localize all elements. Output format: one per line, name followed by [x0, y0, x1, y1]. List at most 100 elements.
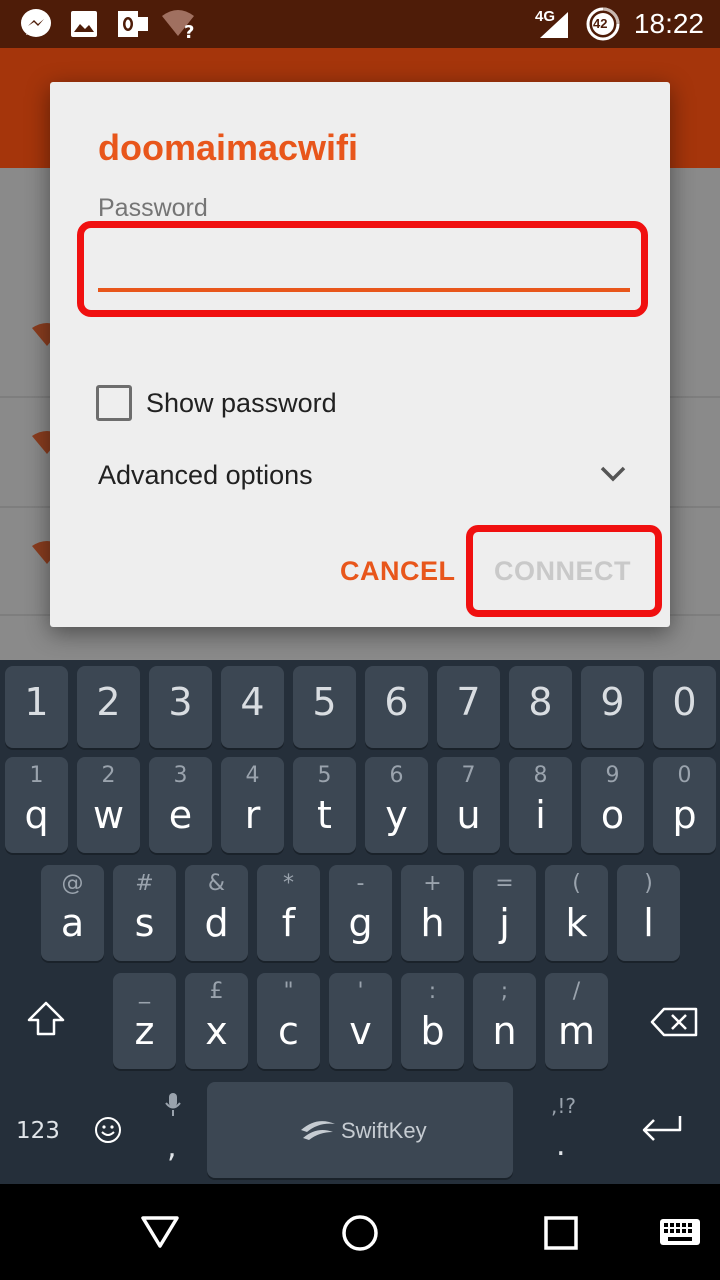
- show-password-checkbox[interactable]: [96, 385, 132, 421]
- key-label: x: [205, 1009, 228, 1053]
- key-label: s: [134, 901, 155, 945]
- outlook-icon: [118, 11, 148, 37]
- key-label: n: [492, 1009, 517, 1053]
- recents-icon[interactable]: [543, 1215, 579, 1251]
- enter-icon[interactable]: [640, 1114, 684, 1144]
- key-label: e: [168, 793, 193, 837]
- key-label: f: [281, 901, 296, 945]
- number-key-2[interactable]: 2: [77, 666, 140, 748]
- key-sub-label: 7: [461, 763, 476, 788]
- key-d[interactable]: & d: [185, 865, 248, 961]
- navigation-bar: [0, 1184, 720, 1280]
- key-sub-label: 1: [29, 763, 44, 788]
- key-sub-label: (: [572, 871, 581, 896]
- key-z[interactable]: _ z: [113, 973, 176, 1069]
- key-label: 9: [600, 680, 625, 724]
- key-label: 7: [456, 680, 481, 724]
- key-label: q: [24, 793, 49, 837]
- key-x[interactable]: £ x: [185, 973, 248, 1069]
- key-label: l: [643, 901, 654, 945]
- key-l[interactable]: ) l: [617, 865, 680, 961]
- number-key-0[interactable]: 0: [653, 666, 716, 748]
- key-sub-label: &: [207, 871, 226, 896]
- key-c[interactable]: " c: [257, 973, 320, 1069]
- key-p[interactable]: 0p: [653, 757, 716, 853]
- comma-key[interactable]: ,: [167, 1130, 177, 1165]
- key-label: o: [600, 793, 625, 837]
- key-sub-label: 2: [101, 763, 116, 788]
- number-key-3[interactable]: 3: [149, 666, 212, 748]
- battery-level: 42: [593, 16, 608, 31]
- key-r[interactable]: 4r: [221, 757, 284, 853]
- key-j[interactable]: = j: [473, 865, 536, 961]
- key-e[interactable]: 3e: [149, 757, 212, 853]
- key-label: 6: [384, 680, 409, 724]
- key-label: m: [557, 1009, 596, 1053]
- key-label: d: [204, 901, 229, 945]
- key-sub-label: =: [495, 871, 514, 896]
- number-key-8[interactable]: 8: [509, 666, 572, 748]
- key-m[interactable]: / m: [545, 973, 608, 1069]
- show-password-label: Show password: [146, 387, 337, 418]
- cancel-button[interactable]: CANCEL: [340, 556, 456, 587]
- spacebar-label: SwiftKey: [341, 1118, 427, 1143]
- key-b[interactable]: :b: [401, 973, 464, 1069]
- key-i[interactable]: 8i: [509, 757, 572, 853]
- key-label: r: [244, 793, 261, 837]
- signal-icon: [540, 12, 568, 38]
- key-w[interactable]: 2w: [77, 757, 140, 853]
- backspace-icon[interactable]: [650, 1007, 698, 1037]
- period-sub-label: ,!?: [551, 1094, 576, 1118]
- key-s[interactable]: # s: [113, 865, 176, 961]
- password-input[interactable]: [98, 232, 630, 292]
- dialog-title: doomaimacwifi: [98, 127, 359, 168]
- back-icon[interactable]: [140, 1214, 180, 1250]
- advanced-options[interactable]: Advanced options: [98, 460, 313, 491]
- password-label: Password: [98, 194, 208, 222]
- number-key-7[interactable]: 7: [437, 666, 500, 748]
- key-t[interactable]: 5t: [293, 757, 356, 853]
- key-g[interactable]: -g: [329, 865, 392, 961]
- key-sub-label: +: [423, 871, 442, 896]
- connect-button[interactable]: CONNECT: [494, 556, 631, 587]
- key-h[interactable]: + h: [401, 865, 464, 961]
- key-y[interactable]: 6y: [365, 757, 428, 853]
- keyboard-switch-icon[interactable]: [659, 1218, 701, 1246]
- key-sub-label: £: [209, 979, 224, 1004]
- key-u[interactable]: 7u: [437, 757, 500, 853]
- key-sub-label: 5: [317, 763, 332, 788]
- key-o[interactable]: 9o: [581, 757, 644, 853]
- key-q[interactable]: 1q: [5, 757, 68, 853]
- number-key-6[interactable]: 6: [365, 666, 428, 748]
- key-a[interactable]: @ a: [41, 865, 104, 961]
- key-sub-label: 3: [173, 763, 188, 788]
- key-f[interactable]: * f: [257, 865, 320, 961]
- key-sub-label: ": [283, 979, 294, 1004]
- emoji-icon[interactable]: [94, 1116, 122, 1144]
- key-label: a: [60, 901, 85, 945]
- key-sub-label: ;: [500, 979, 509, 1004]
- microphone-icon[interactable]: [164, 1092, 182, 1118]
- key-sub-label: ': [357, 979, 364, 1004]
- number-key-1[interactable]: 1: [5, 666, 68, 748]
- number-key-9[interactable]: 9: [581, 666, 644, 748]
- chevron-down-icon[interactable]: [598, 462, 628, 486]
- show-password-toggle[interactable]: Show password: [96, 385, 337, 421]
- spacebar[interactable]: SwiftKey: [207, 1082, 513, 1178]
- key-label: k: [565, 901, 588, 945]
- key-v[interactable]: ' v: [329, 973, 392, 1069]
- key-n[interactable]: ; n: [473, 973, 536, 1069]
- shift-icon[interactable]: [26, 1000, 66, 1038]
- clock: 18:22: [633, 8, 704, 39]
- key-sub-label: @: [61, 871, 84, 896]
- key-label: w: [92, 793, 125, 837]
- number-key-5[interactable]: 5: [293, 666, 356, 748]
- key-label: h: [420, 901, 445, 945]
- symbols-key[interactable]: 123: [16, 1118, 60, 1144]
- number-key-4[interactable]: 4: [221, 666, 284, 748]
- key-k[interactable]: (k: [545, 865, 608, 961]
- period-key[interactable]: .: [556, 1128, 566, 1163]
- key-sub-label: /: [572, 979, 581, 1004]
- home-icon[interactable]: [340, 1213, 380, 1253]
- key-label: t: [317, 793, 332, 837]
